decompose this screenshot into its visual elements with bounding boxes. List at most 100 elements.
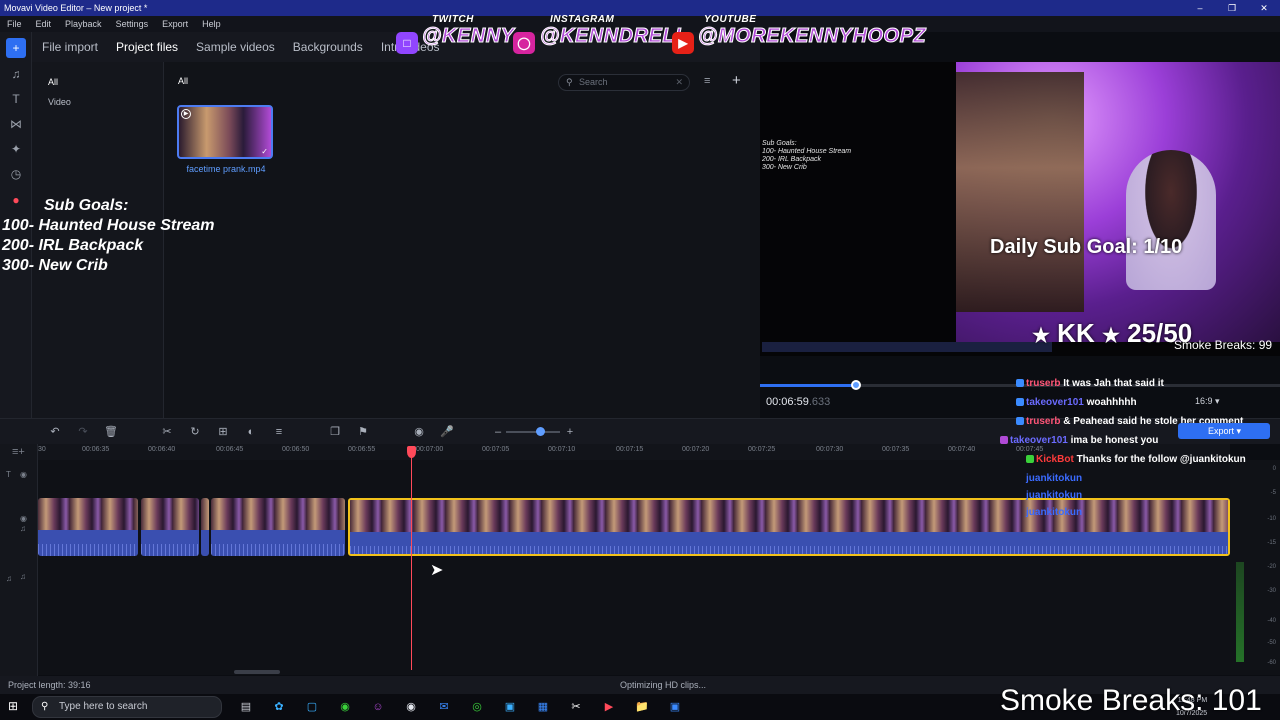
- titles-icon[interactable]: T: [6, 89, 26, 109]
- instagram-handle: @KENNDRELL: [540, 25, 688, 48]
- microphone-icon[interactable]: 🎤: [439, 424, 455, 440]
- streamer-figure: [1126, 150, 1216, 290]
- sort-icon[interactable]: ≡: [704, 75, 710, 87]
- media-filename[interactable]: facetime prank.mp4: [177, 164, 275, 174]
- media-thumbnail[interactable]: ▶ ✓: [177, 105, 273, 159]
- rotate-icon[interactable]: ↻: [187, 424, 203, 440]
- delete-icon[interactable]: 🗑: [103, 424, 119, 440]
- badge-icon: [1016, 398, 1024, 407]
- taskbar-apps: ▤ ✿ ▢ ◉ ☺ ◉ ✉ ◎ ▣ ▦ ✂ ▶ 📁 ▣: [230, 698, 692, 716]
- checkmark-icon: ✓: [261, 147, 268, 156]
- xbox-icon[interactable]: ◎: [461, 698, 493, 716]
- color-adjust-icon[interactable]: ◐: [243, 424, 259, 440]
- tab-project-files[interactable]: Project files: [106, 40, 186, 54]
- menu-edit[interactable]: Edit: [29, 16, 59, 32]
- minimize-icon[interactable]: –: [1184, 0, 1216, 16]
- music-icon[interactable]: ♫: [6, 64, 26, 84]
- twitch-handle: @KENNY: [422, 25, 515, 48]
- preview-scrub-handle[interactable]: [851, 380, 862, 390]
- playhead[interactable]: [407, 446, 416, 670]
- subgoals-title: Sub Goals:: [44, 197, 129, 214]
- zoom-out-icon[interactable]: –: [490, 424, 506, 440]
- chat-message: takeover101 woahhhhh: [1000, 393, 1280, 412]
- file-explorer-icon[interactable]: 📁: [626, 698, 658, 716]
- preview-subgoals: Sub Goals: 100- Haunted House Stream 200…: [762, 140, 851, 172]
- timeline-clip[interactable]: [141, 498, 199, 556]
- tab-file-import[interactable]: File import: [32, 40, 106, 54]
- subgoal-line: 300- New Crib: [2, 257, 108, 274]
- menu-playback[interactable]: Playback: [58, 16, 109, 32]
- video-preview[interactable]: Sub Goals: 100- Haunted House Stream 200…: [760, 62, 1280, 356]
- timeline-clip[interactable]: [38, 498, 138, 556]
- stream-chat-overlay: truserb It was Jah that said it takeover…: [1000, 374, 1280, 522]
- chat-user: truserb: [1026, 378, 1061, 389]
- clip-properties-icon[interactable]: ≡: [271, 424, 287, 440]
- badge-icon: [1016, 379, 1024, 388]
- movavi-icon[interactable]: ▶: [593, 698, 625, 716]
- media-search-input[interactable]: ⚲ Search ✕: [558, 74, 690, 91]
- mute-icon[interactable]: ♫: [20, 524, 26, 533]
- zoom-in-icon[interactable]: +: [562, 424, 578, 440]
- category-all[interactable]: All: [32, 72, 163, 92]
- taskbar-search-placeholder: Type here to search: [59, 701, 148, 712]
- crop-icon[interactable]: ⊞: [215, 424, 231, 440]
- store-icon[interactable]: ▢: [296, 698, 328, 716]
- timeline-clip[interactable]: [201, 498, 209, 556]
- volume-icon[interactable]: ♫: [20, 572, 26, 581]
- speed-icon[interactable]: ◷: [6, 164, 26, 184]
- clear-icon[interactable]: ✕: [675, 75, 683, 90]
- badge-icon: [1000, 436, 1008, 445]
- webcam-record-icon[interactable]: ◉: [411, 424, 427, 440]
- restore-icon[interactable]: ❐: [1216, 0, 1248, 16]
- redo-icon[interactable]: ↷: [75, 424, 91, 440]
- copilot-icon[interactable]: ✿: [263, 698, 295, 716]
- transitions-icon[interactable]: ⋈: [6, 114, 26, 134]
- menu-export[interactable]: Export: [155, 16, 195, 32]
- add-icon[interactable]: +: [732, 72, 741, 89]
- add-track-icon[interactable]: ≡+: [12, 446, 25, 458]
- tab-backgrounds[interactable]: Backgrounds: [283, 40, 371, 54]
- filters-icon[interactable]: ✦: [6, 139, 26, 159]
- export-button[interactable]: Export ▾: [1178, 423, 1270, 439]
- close-icon[interactable]: ✕: [1248, 0, 1280, 16]
- timeline-scrollbar[interactable]: [234, 670, 280, 674]
- windows-start-icon[interactable]: ⊞: [8, 699, 18, 713]
- obs-icon[interactable]: ◉: [395, 698, 427, 716]
- app-icon[interactable]: ▣: [494, 698, 526, 716]
- marker-icon[interactable]: ⚑: [355, 424, 371, 440]
- clip-audio-strip: [38, 530, 138, 556]
- instagram-header: INSTAGRAM: [550, 14, 615, 25]
- visibility-icon[interactable]: ◉: [20, 514, 27, 523]
- preview-subgoal-line: 200- IRL Backpack: [762, 156, 822, 163]
- add-media-icon[interactable]: +: [6, 38, 26, 58]
- stream-subgoals-overlay: Sub Goals: 100- Haunted House Stream 200…: [0, 196, 300, 276]
- task-view-icon[interactable]: ▤: [230, 698, 262, 716]
- tab-sample-videos[interactable]: Sample videos: [186, 40, 283, 54]
- playhead-handle[interactable]: [407, 446, 416, 458]
- youtube-icon: ▶: [672, 32, 694, 54]
- overlay-icon[interactable]: ❐: [327, 424, 343, 440]
- chat-user: juankitokun: [1026, 507, 1083, 518]
- category-video[interactable]: Video: [32, 92, 163, 112]
- clip-audio-strip: [211, 530, 345, 556]
- timeline-clip[interactable]: [211, 498, 345, 556]
- app-icon[interactable]: ▦: [527, 698, 559, 716]
- taskbar-search-input[interactable]: ⚲ Type here to search: [32, 696, 222, 718]
- zoom-slider[interactable]: [506, 431, 560, 433]
- menu-file[interactable]: File: [0, 16, 29, 32]
- timecode-main: 00:06:59: [766, 396, 809, 408]
- visibility-icon[interactable]: ◉: [20, 470, 27, 479]
- capcut-icon[interactable]: ✂: [560, 698, 592, 716]
- undo-icon[interactable]: ↶: [47, 424, 63, 440]
- menu-settings[interactable]: Settings: [109, 16, 156, 32]
- split-icon[interactable]: ✂: [159, 424, 175, 440]
- youtube-block: YOUTUBE @MOREKENNYHOOPZ: [697, 14, 926, 48]
- outlook-icon[interactable]: ✉: [428, 698, 460, 716]
- zoom-slider-handle[interactable]: [536, 427, 545, 436]
- app-icon[interactable]: ▣: [659, 698, 691, 716]
- menu-help[interactable]: Help: [195, 16, 228, 32]
- export-label: Export: [1208, 426, 1235, 436]
- clip-audio-strip: [141, 530, 199, 556]
- discord-icon[interactable]: ☺: [362, 698, 394, 716]
- chrome-icon[interactable]: ◉: [329, 698, 361, 716]
